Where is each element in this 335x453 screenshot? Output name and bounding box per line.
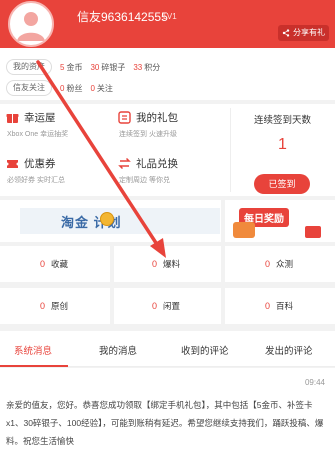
my-gifts-subtitle: 连续签到 火速升级	[119, 131, 177, 138]
gift-icon	[233, 222, 255, 238]
gold-stat[interactable]: 5 金币	[60, 62, 82, 73]
stat-value: 0	[265, 301, 271, 311]
stat-wiki[interactable]: 0 百科	[225, 288, 335, 324]
coin-icon	[100, 212, 114, 226]
silver-stat[interactable]: 30 碎银子	[90, 62, 125, 73]
gold-unit: 金币	[66, 62, 83, 72]
silver-value: 30	[90, 62, 100, 72]
coupon-title: 优惠券	[24, 158, 56, 170]
points-unit: 积分	[144, 62, 161, 72]
stat-label: 原创	[51, 301, 69, 311]
signed-in-button[interactable]: 已签到	[254, 174, 310, 194]
banners: 淘金 计划 每日奖励	[0, 200, 335, 242]
tab-my-messages[interactable]: 我的消息	[99, 343, 137, 357]
fans-unit: 粉丝	[66, 83, 83, 93]
message-item[interactable]: 09:44 亲爱的值友，您好。恭喜您成功领取【绑定手机礼包】，其中包括【5金币、…	[0, 368, 335, 453]
stat-value: 0	[152, 301, 158, 311]
tab-system-messages[interactable]: 系统消息	[14, 343, 52, 357]
following-unit: 关注	[96, 83, 113, 93]
user-silhouette-icon	[17, 12, 45, 41]
signin-days-count: 1	[278, 136, 287, 153]
stat-label: 收藏	[51, 259, 69, 269]
daily-reward-banner[interactable]: 每日奖励	[225, 200, 335, 242]
stat-label: 闲置	[163, 301, 181, 311]
stat-original[interactable]: 0 原创	[0, 288, 110, 324]
assets-row: 我的资产 5 金币 30 碎银子 33 积分	[6, 58, 160, 76]
share-gift-label: 分享有礼	[293, 28, 325, 37]
stat-value: 0	[152, 259, 158, 269]
stat-label: 爆料	[163, 259, 181, 269]
lucky-house-item[interactable]: 幸运屋 Xbox One 幸运抽奖	[6, 110, 116, 139]
active-tab-indicator	[0, 365, 68, 367]
fans-stat[interactable]: 0 粉丝	[60, 83, 82, 94]
gift-exchange-subtitle: 定制周边 等你兑	[119, 177, 170, 184]
follow-label[interactable]: 信友关注	[6, 80, 52, 96]
share-icon	[282, 29, 290, 37]
stat-idle[interactable]: 0 闲置	[114, 288, 221, 324]
features-panel: 幸运屋 Xbox One 幸运抽奖 我的礼包 连续签到 火速升级 优惠券 必领好…	[0, 104, 335, 196]
stat-crowdtest[interactable]: 0 众测	[225, 246, 335, 282]
gold-plan-banner[interactable]: 淘金 计划	[0, 200, 221, 242]
gift-exchange-title: 礼品兑换	[136, 158, 178, 170]
tab-sent-comments[interactable]: 发出的评论	[265, 343, 313, 357]
signin-days-title: 连续签到天数	[253, 115, 311, 126]
assets-panel: 我的资产 5 金币 30 碎银子 33 积分 信友关注 0 粉丝 0 关注	[0, 48, 335, 100]
message-time: 09:44	[304, 378, 325, 387]
message-tabs: 系统消息 我的消息 收到的评论 发出的评论	[0, 331, 335, 367]
stat-tips[interactable]: 0 爆料	[114, 246, 221, 282]
my-gifts-item[interactable]: 我的礼包 连续签到 火速升级	[118, 110, 228, 139]
level-badge: LV1	[163, 12, 177, 21]
stat-value: 0	[265, 259, 271, 269]
exchange-icon	[118, 157, 131, 170]
stat-value: 0	[40, 259, 46, 269]
lucky-house-subtitle: Xbox One 幸运抽奖	[7, 131, 69, 138]
coupon-subtitle: 必领好券 实时汇总	[7, 177, 65, 184]
gift-exchange-item[interactable]: 礼品兑换 定制周边 等你兑	[118, 156, 228, 185]
avatar[interactable]	[8, 1, 54, 47]
gift-bag-icon	[118, 111, 131, 124]
ticket-icon	[7, 160, 18, 168]
points-value: 33	[133, 62, 143, 72]
tab-received-comments[interactable]: 收到的评论	[181, 343, 229, 357]
stat-favorites[interactable]: 0 收藏	[0, 246, 110, 282]
message-body: 亲爱的值友，您好。恭喜您成功领取【绑定手机礼包】，其中包括【5金币、补签卡x1、…	[6, 400, 324, 446]
username[interactable]: 信友9636142555	[77, 10, 168, 24]
my-assets-label[interactable]: 我的资产	[6, 59, 52, 75]
silver-unit: 碎银子	[101, 62, 126, 72]
following-value: 0	[90, 83, 95, 93]
gold-value: 5	[60, 62, 65, 72]
following-stat[interactable]: 0 关注	[90, 83, 112, 94]
stat-label: 百科	[276, 301, 294, 311]
stat-label: 众测	[276, 259, 294, 269]
lucky-house-title: 幸运屋	[24, 112, 56, 124]
red-packet-icon	[305, 226, 321, 238]
fans-value: 0	[60, 83, 65, 93]
coupon-item[interactable]: 优惠券 必领好券 实时汇总	[6, 156, 116, 185]
my-gifts-title: 我的礼包	[136, 112, 178, 124]
stat-value: 0	[40, 301, 46, 311]
share-gift-button[interactable]: 分享有礼	[278, 25, 329, 41]
gift-box-icon	[6, 114, 19, 123]
points-stat[interactable]: 33 积分	[133, 62, 160, 73]
profile-header: 信友9636142555 LV1 分享有礼	[0, 0, 335, 48]
follow-row: 信友关注 0 粉丝 0 关注	[6, 79, 113, 97]
